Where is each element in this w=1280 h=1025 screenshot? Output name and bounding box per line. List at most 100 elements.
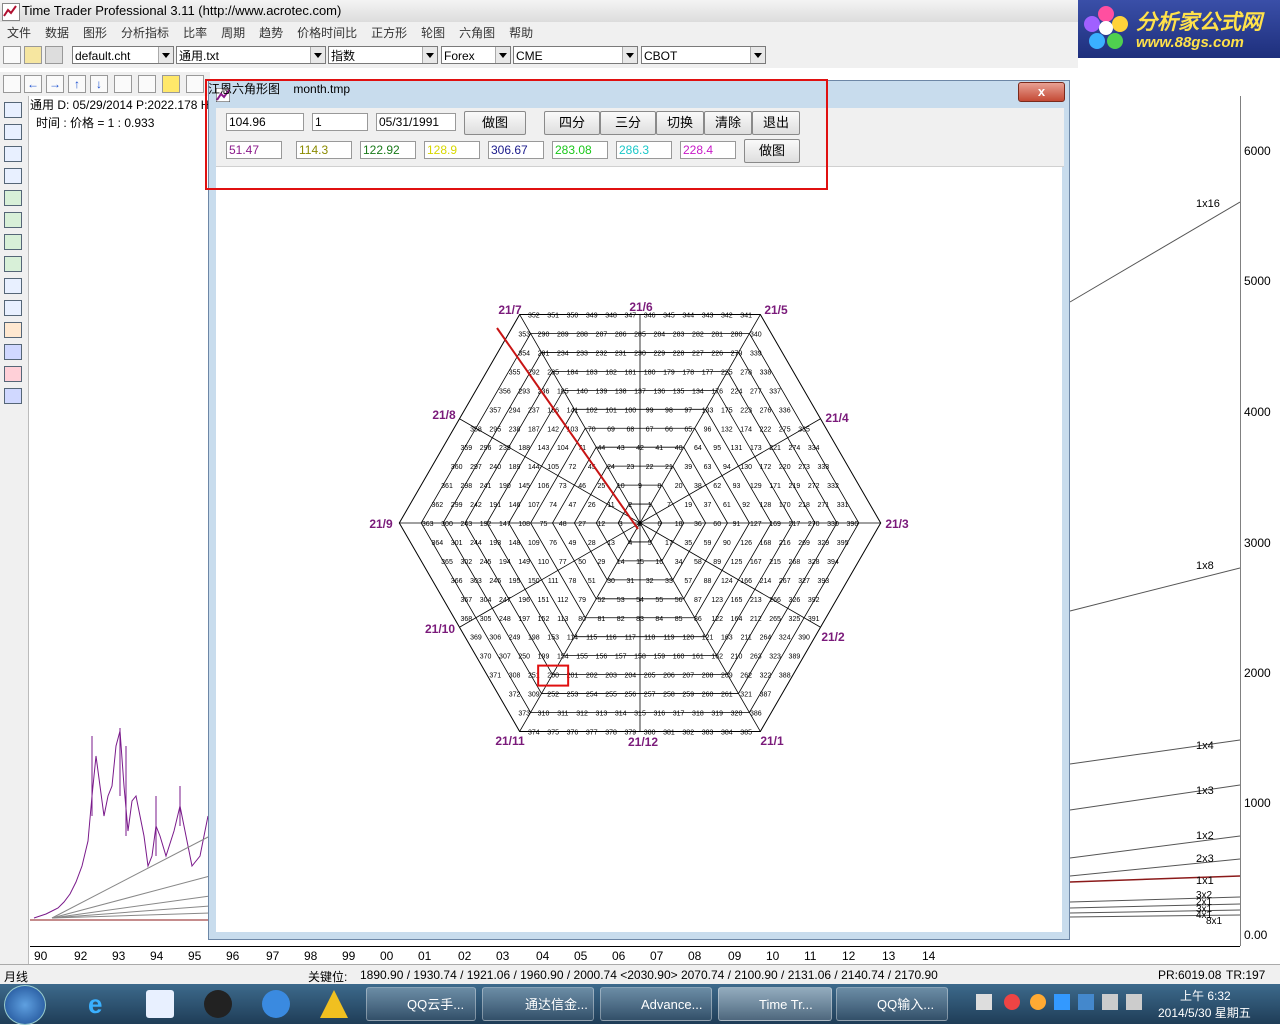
- save-icon[interactable]: [45, 46, 63, 64]
- grid-tool-icon[interactable]: [4, 102, 22, 118]
- menu-trend[interactable]: 趋势: [252, 22, 290, 41]
- hexagon-number: 238: [509, 426, 521, 433]
- tray-icon[interactable]: [976, 994, 992, 1010]
- menu-hexagon[interactable]: 六角图: [452, 22, 502, 41]
- arrow-up-icon[interactable]: ↑: [68, 75, 86, 93]
- hexagon-number: 12: [598, 521, 606, 528]
- menu-wheel[interactable]: 轮图: [414, 22, 452, 41]
- hexagon-number: 282: [692, 332, 704, 339]
- maps-icon[interactable]: [146, 990, 174, 1018]
- hexagon-number: 156: [596, 654, 608, 661]
- menu-cycle[interactable]: 周期: [214, 22, 252, 41]
- menu-graph[interactable]: 图形: [76, 22, 114, 41]
- bars-tool-icon[interactable]: [4, 234, 22, 250]
- tray-icon[interactable]: [1004, 994, 1020, 1010]
- hexagon-number: 100: [625, 407, 637, 414]
- arrow-right-icon[interactable]: →: [46, 75, 64, 93]
- grid-tool-icon[interactable]: [4, 168, 22, 184]
- index-select[interactable]: 指数: [328, 46, 438, 64]
- hexagon-corner-label: 21/5: [764, 303, 788, 317]
- measure-tool-icon[interactable]: [138, 75, 156, 93]
- cursor-tool-icon[interactable]: [114, 75, 132, 93]
- hexagon-number: 325: [789, 616, 801, 623]
- hexagon-number: 113: [557, 616, 568, 623]
- menu-indicators[interactable]: 分析指标: [114, 22, 176, 41]
- taskbar-qq-cloud[interactable]: QQ云手...: [366, 987, 476, 1021]
- zoom-icon[interactable]: [3, 75, 21, 93]
- exchange-select[interactable]: CME: [513, 46, 638, 64]
- left-tool-palette: [0, 96, 29, 966]
- bars-tool-icon[interactable]: [4, 212, 22, 228]
- hexagon-number: 351: [547, 313, 559, 320]
- hexagon-number: 328: [808, 559, 820, 566]
- hexagon-corner-label: 21/7: [498, 303, 522, 317]
- time-axis-tick: 04: [536, 949, 550, 963]
- hexagon-number: 158: [634, 654, 646, 661]
- grid-tool-icon[interactable]: [4, 146, 22, 162]
- hexagon-number: 69: [607, 426, 615, 433]
- open-folder-icon[interactable]: [24, 46, 42, 64]
- volume-icon[interactable]: [1126, 994, 1142, 1010]
- network-icon[interactable]: [1102, 994, 1118, 1010]
- ie-icon[interactable]: e: [88, 990, 116, 1018]
- start-button[interactable]: [4, 985, 46, 1025]
- hexagon-number: 215: [769, 559, 781, 566]
- hexagon-number: 318: [692, 711, 704, 718]
- clock-time[interactable]: 上午 6:32: [1180, 987, 1231, 1004]
- fan-tool-icon[interactable]: [4, 300, 22, 316]
- key-level-values: 1890.90 / 1930.74 / 1921.06 / 1960.90 / …: [360, 968, 938, 982]
- menu-file[interactable]: 文件: [0, 22, 38, 41]
- hexagon-number: 262: [740, 673, 752, 680]
- bars-tool-icon[interactable]: [4, 256, 22, 272]
- hexagon-number: 317: [673, 711, 685, 718]
- crosshair-icon[interactable]: [162, 75, 180, 93]
- bars-tool-icon[interactable]: [4, 190, 22, 206]
- hexagon-number: 290: [538, 332, 550, 339]
- taskbar-time-trader[interactable]: Time Tr...: [718, 987, 832, 1021]
- chart-tool-icon[interactable]: [4, 388, 22, 404]
- data-file-select[interactable]: 通用.txt: [176, 46, 326, 64]
- fan-tool-icon[interactable]: [4, 278, 22, 294]
- hexagon-number: 108: [518, 521, 530, 528]
- tray-icon[interactable]: [1030, 994, 1046, 1010]
- clock-date[interactable]: 2014/5/30 星期五: [1158, 1004, 1251, 1021]
- arrow-left-icon[interactable]: ←: [24, 75, 42, 93]
- close-button[interactable]: x: [1018, 82, 1065, 102]
- market-select[interactable]: CBOT: [641, 46, 766, 64]
- arrow-down-icon[interactable]: ↓: [90, 75, 108, 93]
- hexagon-number: 139: [596, 388, 608, 395]
- taskbar-advance[interactable]: Advance...: [600, 987, 712, 1021]
- triangle-app-icon[interactable]: [320, 990, 348, 1018]
- pencil-tool-icon[interactable]: [4, 322, 22, 338]
- hexagon-canvas[interactable]: 352 351 350 349 348 347 346 345 344 343 342 341 353 2…: [216, 167, 1062, 932]
- hexagon-number: 331: [837, 502, 849, 509]
- shield-icon[interactable]: [1078, 994, 1094, 1010]
- menu-price-time[interactable]: 价格时间比: [290, 22, 364, 41]
- box-tool-icon[interactable]: [4, 344, 22, 360]
- hexagon-number: 21: [665, 464, 673, 471]
- hexagon-number: 121: [702, 635, 714, 642]
- hexagon-number: 324: [779, 635, 791, 642]
- hexagon-number: 26: [588, 502, 596, 509]
- menu-help[interactable]: 帮助: [502, 22, 540, 41]
- taskbar-tongdaxin[interactable]: 通达信金...: [482, 987, 594, 1021]
- new-file-icon[interactable]: [3, 46, 21, 64]
- bird-icon[interactable]: [262, 990, 290, 1018]
- draw-tool-icon[interactable]: [186, 75, 204, 93]
- forex-select[interactable]: Forex: [441, 46, 511, 64]
- grid-tool-icon[interactable]: [4, 124, 22, 140]
- hexagon-number: 79: [578, 597, 586, 604]
- taskbar-qq-input[interactable]: QQ输入...: [836, 987, 948, 1021]
- chart-template-select[interactable]: default.cht: [72, 46, 174, 64]
- menu-ratio[interactable]: 比率: [176, 22, 214, 41]
- hexagon-number: 133: [702, 407, 714, 414]
- gann-label: 8x1: [1206, 916, 1223, 927]
- menu-square[interactable]: 正方形: [364, 22, 414, 41]
- flower-logo-icon: [1084, 6, 1128, 49]
- tray-icon[interactable]: [1054, 994, 1070, 1010]
- qq-icon[interactable]: [204, 990, 232, 1018]
- time-axis-tick: 95: [188, 949, 202, 963]
- chart-tool-icon[interactable]: [4, 366, 22, 382]
- hexagon-number: 237: [528, 407, 540, 414]
- menu-data[interactable]: 数据: [38, 22, 76, 41]
